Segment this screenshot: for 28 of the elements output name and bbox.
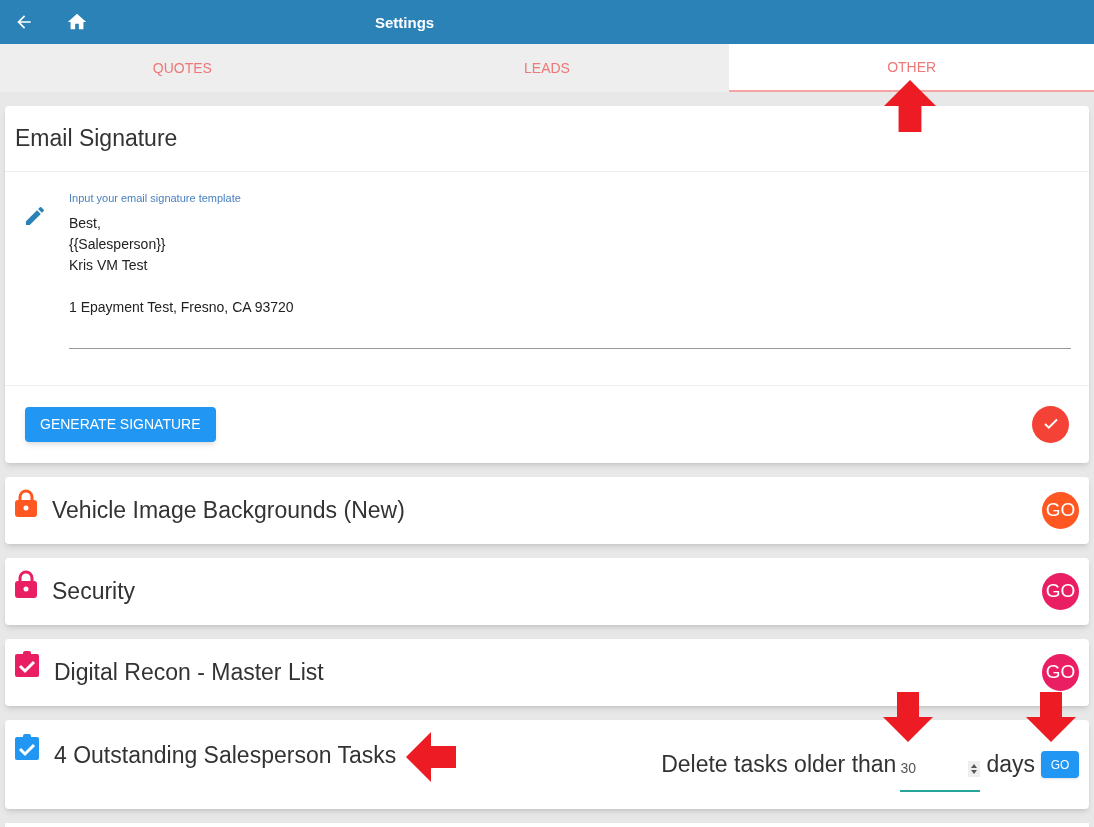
- annotation-arrow: [884, 80, 936, 132]
- card-title: Security: [52, 576, 136, 606]
- clipboard-check-icon: [15, 650, 39, 677]
- header-title: Settings: [375, 13, 435, 33]
- lock-icon: [15, 488, 37, 517]
- days-input-field[interactable]: 30: [900, 747, 981, 792]
- signature-input-field[interactable]: Best, {{Salesperson}} Kris VM Test 1 Epayment Test, Fresno, CA 93720: [69, 212, 1071, 349]
- lock-icon: [15, 569, 37, 598]
- card-title: 4 Outstanding Salesperson Tasks: [54, 740, 397, 770]
- card-title: Digital Recon - Master List: [54, 657, 324, 687]
- go-button[interactable]: GO: [1042, 491, 1079, 529]
- go-button[interactable]: GO: [1042, 572, 1079, 610]
- pencil-icon: [23, 204, 47, 228]
- field-label: Input your email signature template: [69, 191, 242, 206]
- generate-signature-button[interactable]: GENERATE SIGNATURE: [25, 406, 216, 442]
- go-button[interactable]: GO: [1041, 751, 1079, 778]
- card-title: Vehicle Image Backgrounds (New): [52, 495, 405, 525]
- annotation-arrow: [1026, 692, 1076, 742]
- tab[interactable]: OTHER: [729, 44, 1094, 92]
- clipboard-check-icon: [15, 733, 39, 760]
- delete-tasks-label: Delete tasks older than: [661, 750, 897, 780]
- go-button[interactable]: GO: [1042, 653, 1079, 691]
- spinner-arrows-icon[interactable]: [968, 760, 981, 777]
- card-title: Email Signature: [15, 124, 178, 154]
- annotation-arrow: [405, 732, 457, 782]
- confirm-check-button[interactable]: [1032, 405, 1069, 443]
- annotation-arrow: [883, 692, 933, 742]
- days-label: days: [986, 750, 1035, 780]
